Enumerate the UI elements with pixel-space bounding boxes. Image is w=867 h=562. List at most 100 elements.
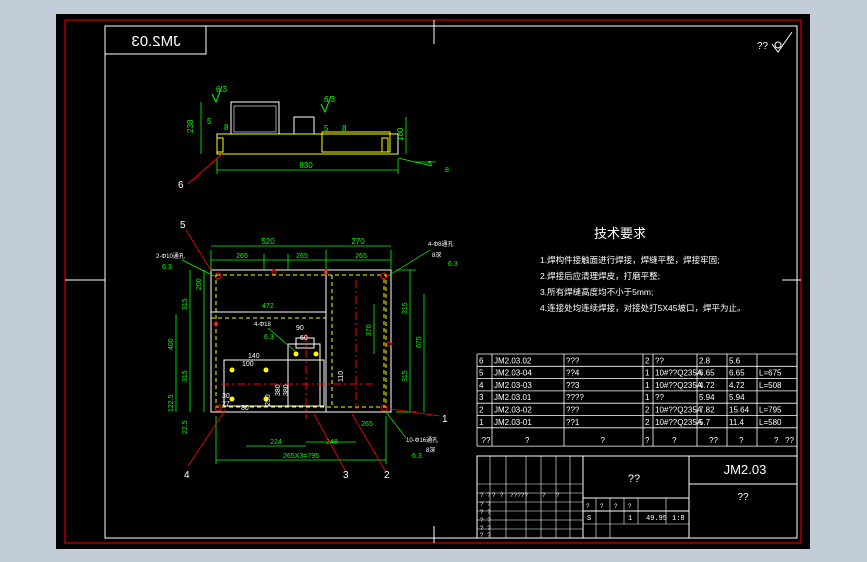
balloon-6: 6 — [178, 180, 184, 191]
bom-cell-note: L=508 — [759, 381, 782, 390]
balloon-1: 1 — [442, 414, 448, 425]
tech-req-line-3: 3.所有焊缝高度均不小于5mm; — [540, 287, 653, 297]
bom-cell-w2: 6.65 — [729, 369, 745, 378]
svg-text:140: 140 — [248, 353, 260, 360]
bom-cell-no: 5 — [479, 369, 484, 378]
svg-text:27: 27 — [222, 401, 230, 408]
bom-cell-w2: 11.4 — [729, 418, 745, 427]
bom-cell-name: ??? — [566, 406, 580, 415]
bom-cell-no: 2 — [479, 406, 484, 415]
bom-header-cell: ? — [774, 436, 779, 445]
bom-cell-code: JM2.03-01 — [494, 418, 532, 427]
bom-cell-w2: 15.64 — [729, 406, 750, 415]
bom-cell-w1: 7.82 — [699, 406, 715, 415]
callout-holes-tr: 4-Φ8通孔 — [428, 240, 453, 248]
bom-header-cell: ?? — [785, 436, 794, 445]
svg-text:472: 472 — [262, 303, 274, 310]
svg-text:? ?: ? ? — [480, 525, 491, 532]
svg-text:315: 315 — [182, 298, 189, 310]
dim-830: 830 — [299, 161, 313, 170]
svg-text:6.3: 6.3 — [412, 453, 422, 460]
check-roughness-icon — [771, 31, 793, 53]
bom-cell-w1: 4.72 — [699, 381, 715, 390]
bom-cell-code: JM2.03-03 — [494, 381, 532, 390]
bom-cell-no: 1 — [479, 418, 484, 427]
title-name: ?? — [628, 473, 640, 485]
bom-cell-mat: 10#??Q235A — [655, 418, 703, 427]
callout-holes-br: 10-Φ16通孔 — [406, 436, 438, 444]
drawing-canvas: JM2.03 ?? 830 238 180 6.3 6.3 5 8 5 8 5 … — [64, 19, 802, 544]
weld-8b: 8 — [342, 124, 347, 133]
bom-header-cell: ?? — [709, 436, 718, 445]
bom-cell-code: JM2.03.02 — [494, 356, 532, 365]
bom-header-cell: ? — [672, 436, 677, 445]
bom-header-cell: ? — [739, 436, 744, 445]
svg-text:122.5: 122.5 — [168, 394, 175, 412]
svg-text:370: 370 — [366, 324, 373, 336]
center-marks — [65, 20, 801, 543]
bom-cell-mat: 10#??Q235A — [655, 406, 703, 415]
inner-frame — [104, 25, 798, 539]
svg-text:?: ? — [500, 492, 504, 499]
svg-text:8深: 8深 — [426, 446, 435, 454]
svg-text:? ?: ? ? — [480, 517, 491, 524]
svg-text:?: ? — [556, 492, 560, 499]
svg-text:? ?: ? ? — [480, 501, 491, 508]
svg-text:30: 30 — [222, 393, 230, 400]
plan-view: 520 270 265 265 265 472 200 315 400 315 … — [156, 220, 458, 481]
svg-text:? ?: ? ? — [480, 509, 491, 516]
svg-text:315: 315 — [402, 370, 409, 382]
balloon-2: 2 — [384, 470, 390, 481]
bom-header-cell: ?? — [482, 436, 491, 445]
bom-cell-qty: 1 — [645, 381, 650, 390]
svg-text:110: 110 — [338, 371, 345, 382]
svg-text:1:8: 1:8 — [672, 515, 685, 523]
title-code: JM2.03 — [724, 462, 767, 477]
bom-cell-no: 4 — [479, 381, 484, 390]
balloon-3: 3 — [343, 470, 349, 481]
svg-text:?: ? — [542, 492, 546, 499]
bom-cell-qty: 2 — [645, 356, 650, 365]
motor-base — [223, 359, 325, 407]
svg-text:380: 380 — [275, 384, 282, 396]
front-view: 830 238 180 6.3 6.3 5 8 5 8 5 8 6 — [178, 85, 449, 191]
title-block: ?? JM2.03 ?? S 1 49.95 1:8 ? ? ????? ? ?… — [476, 455, 798, 539]
svg-text:270: 270 — [351, 237, 365, 246]
bom-cell-no: 3 — [479, 393, 484, 402]
channel-section — [321, 131, 391, 153]
svg-text:?????: ????? — [510, 492, 528, 499]
bom-cell-mat: 10#??Q235A — [655, 369, 703, 378]
bom-cell-code: JM2.03-04 — [494, 369, 532, 378]
bom-cell-qty: 1 — [645, 393, 650, 402]
bom-cell-w1: 5.94 — [699, 393, 715, 402]
svg-text:8深: 8深 — [432, 251, 441, 259]
bom-cell-code: JM2.03.01 — [494, 393, 532, 402]
svg-text:265: 265 — [355, 253, 367, 260]
svg-text:? ?: ? ? — [480, 492, 491, 499]
bom-cell-code: JM2.03-02 — [494, 406, 532, 415]
svg-text:224: 224 — [270, 439, 282, 446]
cad-viewport[interactable]: JM2.03 ?? 830 238 180 6.3 6.3 5 8 5 8 5 … — [56, 14, 810, 549]
svg-text:?: ? — [586, 503, 590, 510]
mirrored-drawing-number: JM2.03 — [131, 33, 180, 50]
motor-block — [230, 101, 280, 135]
svg-text:315: 315 — [402, 302, 409, 314]
bom-cell-note: L=675 — [759, 369, 782, 378]
svg-text:1: 1 — [628, 515, 632, 523]
svg-text:315: 315 — [182, 370, 189, 382]
svg-text:60: 60 — [300, 335, 308, 342]
bom-cell-w2: 4.72 — [729, 381, 745, 390]
svg-text:90: 90 — [296, 325, 304, 332]
callout-holes-tl: 2-Φ10通孔 — [156, 252, 185, 260]
svg-text:? ?: ? ? — [480, 532, 491, 539]
tech-req-line-2: 2.焊接后应清理焊皮，打磨平整; — [540, 271, 660, 281]
svg-text:S: S — [587, 515, 591, 523]
svg-text:400: 400 — [168, 338, 175, 350]
bom-cell-name: ??3 — [566, 381, 580, 390]
bom-cell-w2: 5.94 — [729, 393, 745, 402]
bom-cell-note: L=795 — [759, 406, 782, 415]
svg-text:22.5: 22.5 — [182, 420, 189, 434]
bom-cell-name: ???? — [566, 393, 584, 402]
svg-text:?: ? — [492, 492, 496, 499]
weld-8a: 8 — [224, 123, 229, 132]
